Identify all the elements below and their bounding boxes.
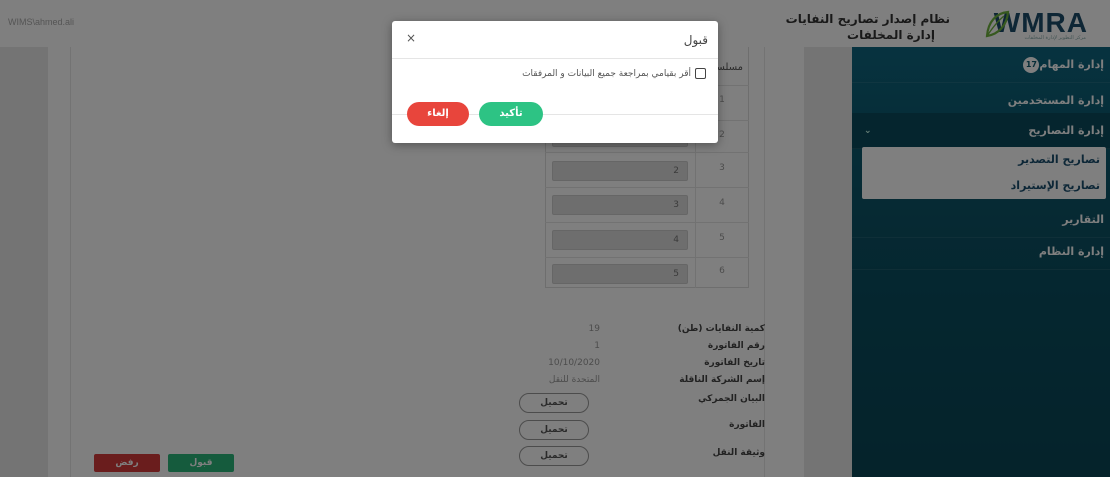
accept-dialog: قبول × أقر بقيامي بمراجعة جميع البيانات … [392,21,718,143]
confirmation-checkbox[interactable] [695,68,706,79]
confirmation-checkbox-row: أقر بقيامي بمراجعة جميع البيانات و المرف… [522,68,706,79]
checkbox-label: أقر بقيامي بمراجعة جميع البيانات و المرف… [522,69,691,79]
close-icon[interactable]: × [406,31,416,45]
dialog-divider [392,58,718,59]
cancel-button[interactable]: إلغاء [407,102,469,126]
dialog-title: قبول [683,33,708,47]
confirm-button[interactable]: تأكيد [479,102,543,126]
